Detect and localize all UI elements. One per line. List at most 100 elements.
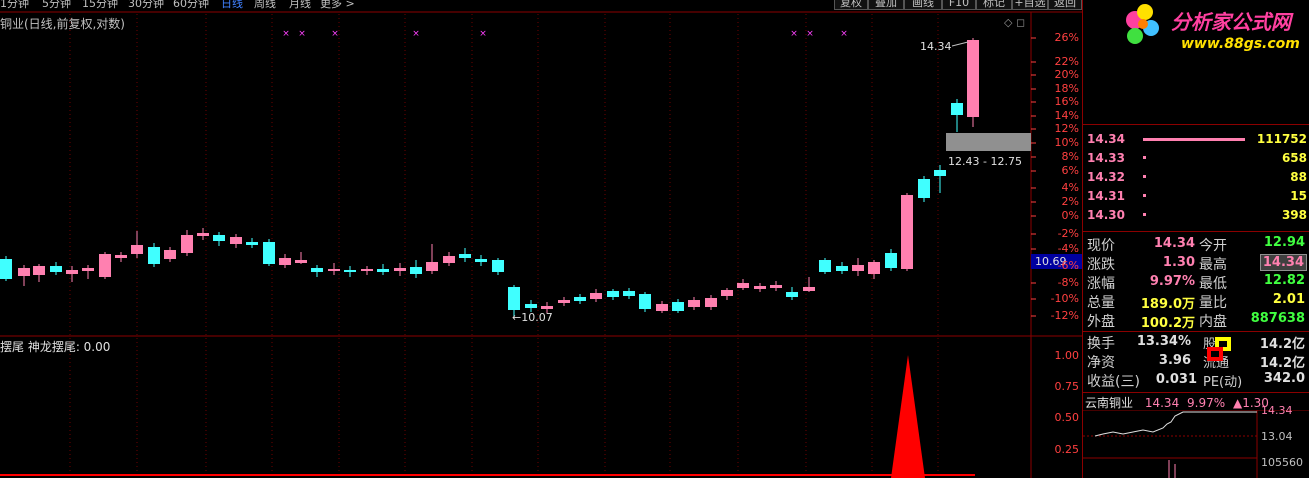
- candle-body[interactable]: [50, 266, 62, 272]
- logo: 分析家公式网 www.88gs.com: [1083, 0, 1309, 58]
- candle-body[interactable]: [246, 242, 258, 245]
- candle-body[interactable]: [721, 290, 733, 296]
- kline-chart[interactable]: × × × × × × × ×: [0, 0, 1082, 478]
- candle-body[interactable]: [607, 291, 619, 297]
- price-zone-box: [946, 133, 1031, 151]
- candle-body[interactable]: [574, 297, 586, 301]
- candle-body[interactable]: [197, 233, 209, 236]
- candle-body[interactable]: [311, 268, 323, 272]
- candle-body[interactable]: [131, 245, 143, 254]
- candle-body[interactable]: [754, 286, 766, 289]
- candle-body[interactable]: [295, 260, 307, 263]
- finance-row: 换手 13.34% 股 14.2亿: [1085, 332, 1309, 352]
- signal-marker: ×: [840, 29, 848, 39]
- candle-body[interactable]: [786, 292, 798, 297]
- candle-body[interactable]: [525, 304, 537, 308]
- candle-body[interactable]: [918, 179, 930, 198]
- divider: [1083, 124, 1309, 125]
- candle-body[interactable]: [475, 259, 487, 262]
- candle-body[interactable]: [934, 170, 946, 176]
- high-pointer: [951, 41, 969, 47]
- candle-body[interactable]: [590, 293, 602, 299]
- candle-body[interactable]: [377, 269, 389, 272]
- mini-stock-name: 云南铜业: [1085, 396, 1134, 410]
- candle-body[interactable]: [803, 287, 815, 291]
- candle-body[interactable]: [885, 253, 897, 268]
- quote-label: 涨幅: [1087, 276, 1115, 292]
- logo-url: www.88gs.com: [1181, 36, 1300, 52]
- candle-body[interactable]: [164, 250, 176, 259]
- finance-row: 收益(三) 0.031 PE(动) 342.0: [1085, 370, 1309, 390]
- orderbook-row[interactable]: 14.33 658: [1087, 149, 1307, 167]
- mini-price: 14.34: [1144, 396, 1180, 410]
- quote-label: 涨跌: [1087, 257, 1115, 273]
- candle-body[interactable]: [541, 306, 553, 309]
- candle-body[interactable]: [819, 260, 831, 272]
- candle-body[interactable]: [656, 304, 668, 311]
- candle-body[interactable]: [328, 269, 340, 271]
- quote-value: 887638: [1250, 311, 1305, 326]
- mini-pct: 9.97%: [1187, 396, 1226, 410]
- candle-body[interactable]: [558, 300, 570, 303]
- candle-body[interactable]: [115, 255, 127, 258]
- quote-value: 2.01: [1272, 292, 1305, 307]
- candle-body[interactable]: [33, 266, 45, 275]
- candle-body[interactable]: [492, 260, 504, 272]
- candle-body[interactable]: [770, 285, 782, 288]
- quote-label: 今开: [1199, 238, 1227, 254]
- candle-body[interactable]: [0, 259, 12, 279]
- candle-body[interactable]: [82, 268, 94, 271]
- orderbook-volume-bar: [1143, 156, 1146, 159]
- candle-body[interactable]: [394, 268, 406, 271]
- candle-body[interactable]: [459, 254, 471, 258]
- signal-marker: ×: [479, 29, 487, 39]
- indicator-title: 摆尾 神龙摆尾: 0.00: [0, 340, 111, 354]
- candle-body[interactable]: [967, 40, 979, 117]
- candle-body[interactable]: [263, 242, 275, 264]
- candle-body[interactable]: [672, 302, 684, 311]
- signal-marker: ×: [790, 29, 798, 39]
- quote-label: 最高: [1199, 257, 1227, 273]
- orderbook-row[interactable]: 14.32 88: [1087, 168, 1307, 186]
- candle-body[interactable]: [213, 235, 225, 241]
- candle-body[interactable]: [901, 195, 913, 269]
- orderbook-row[interactable]: 14.30 398: [1087, 206, 1307, 224]
- orderbook-row[interactable]: 14.34 111752: [1087, 130, 1307, 148]
- candle-body[interactable]: [705, 298, 717, 307]
- finance-table: 换手 13.34% 股 14.2亿 净资 3.96 流通 14.2亿 收益(三) 0.031 PE(…: [1083, 332, 1309, 392]
- candle-body[interactable]: [688, 300, 700, 307]
- flower-logo-icon: [1126, 4, 1159, 44]
- orderbook-price: 14.32: [1087, 170, 1125, 184]
- signal-marker: ×: [331, 29, 339, 39]
- candle-body[interactable]: [868, 262, 880, 274]
- chart-config-icons[interactable]: ◇ ◻: [1004, 16, 1025, 29]
- candle-body[interactable]: [361, 269, 373, 271]
- candle-body[interactable]: [230, 237, 242, 244]
- candle-body[interactable]: [852, 265, 864, 271]
- mini-volume: 105560: [1261, 456, 1303, 469]
- candle-body[interactable]: [66, 270, 78, 274]
- candle-body[interactable]: [344, 270, 356, 272]
- orderbook-volume-bar: [1143, 138, 1245, 141]
- quote-value: 14.34: [1153, 236, 1195, 251]
- quote-value: 14.34: [1259, 254, 1307, 271]
- candle-body[interactable]: [148, 247, 160, 264]
- candle-body[interactable]: [836, 266, 848, 271]
- finance-badge-icon: [1207, 337, 1239, 365]
- orderbook-volume-bar: [1143, 213, 1146, 216]
- candle-body[interactable]: [426, 262, 438, 271]
- signal-marker: ×: [282, 29, 290, 39]
- candle-body[interactable]: [737, 283, 749, 288]
- candle-body[interactable]: [508, 287, 520, 310]
- candle-body[interactable]: [18, 268, 30, 276]
- candle-body[interactable]: [181, 235, 193, 253]
- candle-body[interactable]: [410, 267, 422, 274]
- candle-body[interactable]: [639, 294, 651, 309]
- candle-body[interactable]: [951, 103, 963, 115]
- candle-body[interactable]: [443, 256, 455, 263]
- candle-body[interactable]: [279, 258, 291, 265]
- orderbook-row[interactable]: 14.31 15: [1087, 187, 1307, 205]
- candle-body[interactable]: [623, 291, 635, 296]
- divider: [1083, 392, 1309, 393]
- candle-body[interactable]: [99, 254, 111, 277]
